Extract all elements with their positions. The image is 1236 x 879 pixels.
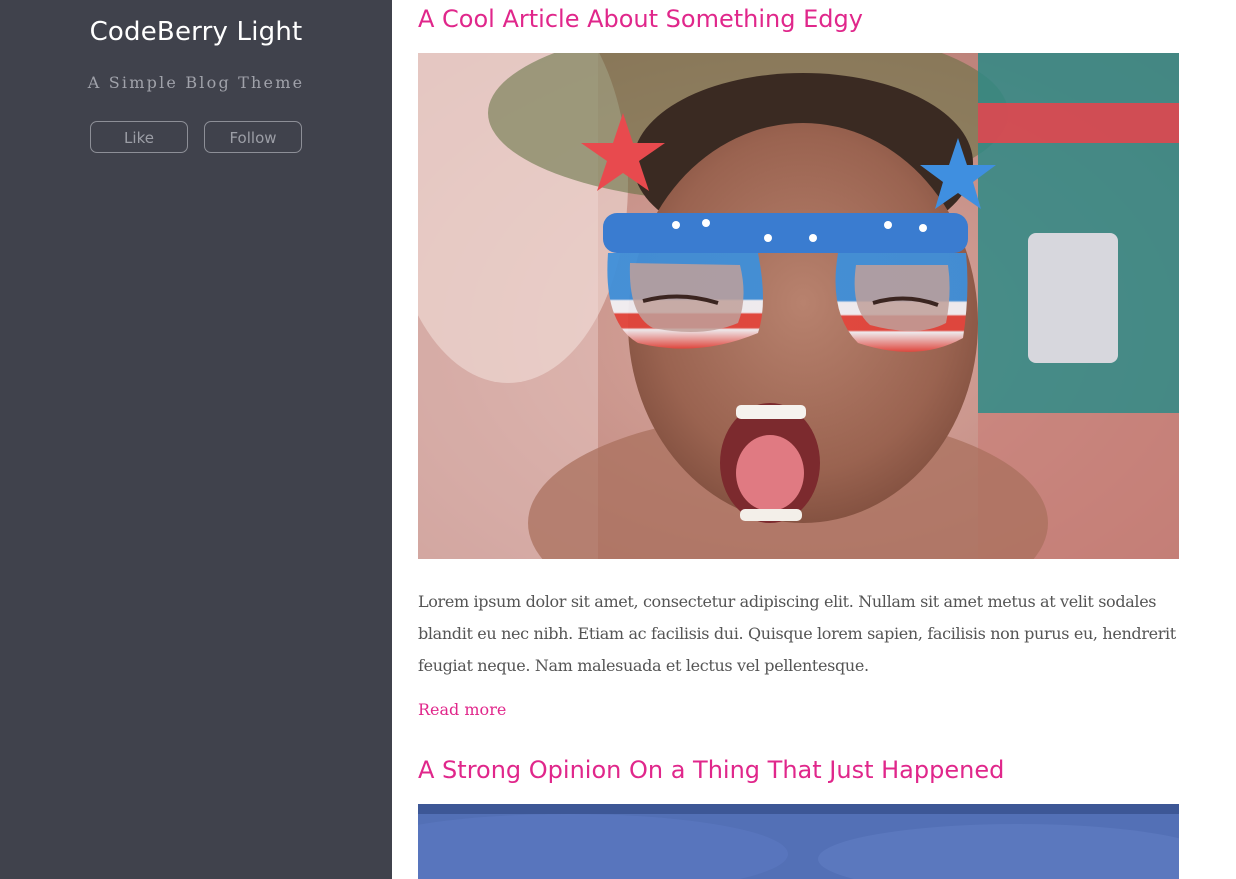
child-with-star-glasses-photo <box>418 53 1179 559</box>
read-more-link[interactable]: Read more <box>418 700 506 719</box>
blue-sky-photo <box>418 804 1179 879</box>
site-tagline: A Simple Blog Theme <box>87 73 305 92</box>
post-image[interactable] <box>418 804 1179 879</box>
post-image[interactable] <box>418 53 1179 559</box>
follow-button[interactable]: Follow <box>204 121 302 153</box>
like-button[interactable]: Like <box>90 121 188 153</box>
post-title[interactable]: A Cool Article About Something Edgy <box>418 5 863 33</box>
post-title[interactable]: A Strong Opinion On a Thing That Just Ha… <box>418 756 1004 784</box>
post-excerpt: Lorem ipsum dolor sit amet, consectetur … <box>418 592 1176 675</box>
site-title[interactable]: CodeBerry Light <box>0 17 392 47</box>
sidebar: CodeBerry Light A Simple Blog Theme Like… <box>0 0 392 879</box>
